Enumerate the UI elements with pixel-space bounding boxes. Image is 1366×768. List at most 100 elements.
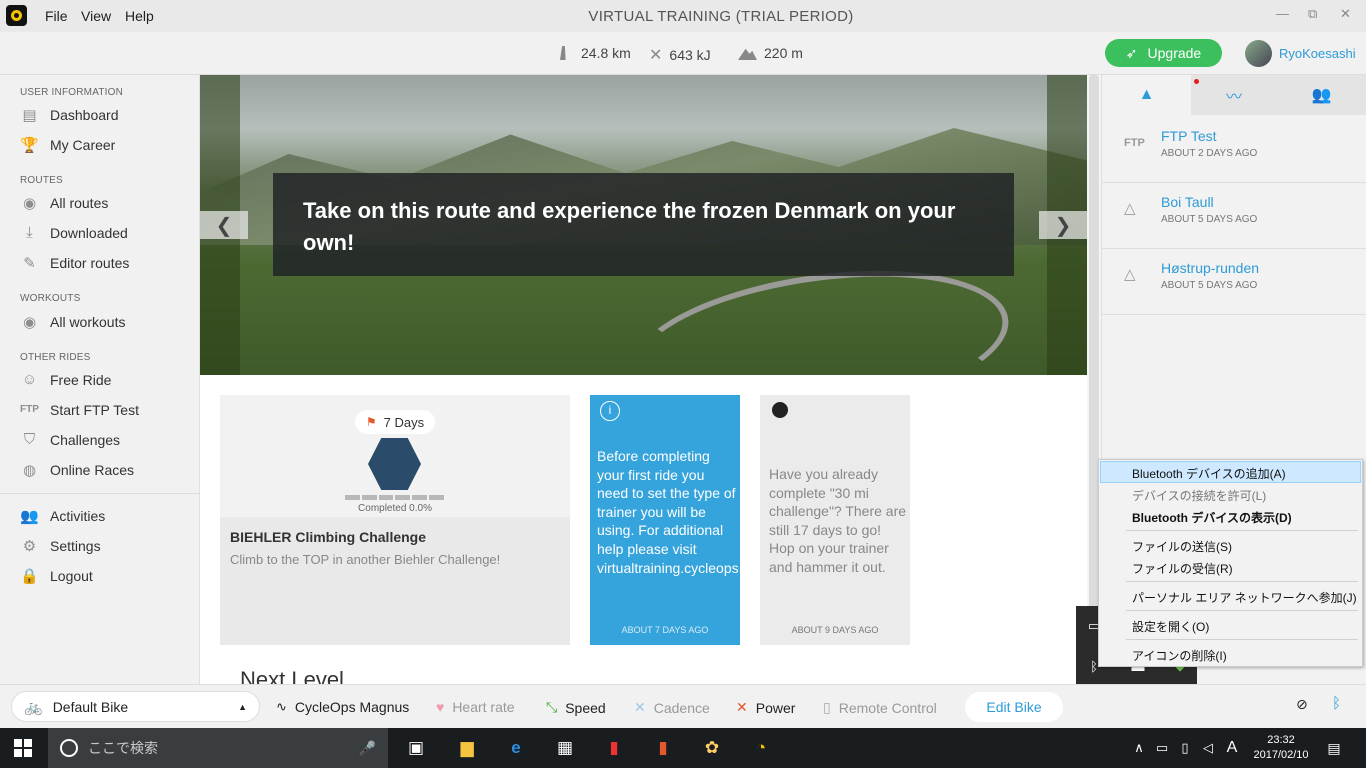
notification-center-icon[interactable]: ▤ bbox=[1322, 736, 1346, 760]
eye-icon: ◉ bbox=[22, 313, 37, 331]
sidebar-item-all-routes[interactable]: ◉ All routes bbox=[20, 194, 109, 212]
file-explorer-icon[interactable]: ▆ bbox=[455, 736, 479, 760]
sidebar-item-label: Free Ride bbox=[50, 371, 112, 388]
virtual-training-icon[interactable]: ◔ bbox=[749, 736, 773, 760]
menu-item-join-pan[interactable]: パーソナル エリア ネットワークへ参加(J) bbox=[1132, 589, 1357, 606]
start-button[interactable] bbox=[14, 739, 32, 757]
menu-item-open-settings[interactable]: 設定を開く(O) bbox=[1132, 618, 1209, 635]
sidebar-item-label: Start FTP Test bbox=[50, 401, 139, 418]
trainer-sensor[interactable]: ∿ CycleOps Magnus bbox=[276, 699, 409, 715]
recent-item-name: Boi Taull bbox=[1161, 194, 1214, 210]
cadence-sensor[interactable]: ✕ Cadence bbox=[634, 699, 710, 716]
speed-icon: ⤡ bbox=[546, 699, 558, 715]
sidebar-item-free-ride[interactable]: ☺ Free Ride bbox=[20, 371, 112, 388]
search-placeholder: ここで検索 bbox=[88, 740, 158, 756]
volume-icon[interactable]: ◁ bbox=[1196, 736, 1220, 760]
info-card[interactable]: i Before completing your first ride you … bbox=[590, 395, 773, 645]
battery-icon[interactable]: ▭ bbox=[1150, 736, 1174, 760]
heart-rate-sensor[interactable]: ♥ Heart rate bbox=[436, 699, 515, 715]
remote-control-sensor[interactable]: ▯ Remote Control bbox=[823, 699, 937, 716]
sidebar-item-career[interactable]: 🏆 My Career bbox=[20, 136, 115, 154]
menu-item-show-devices[interactable]: Bluetooth デバイスの表示(D) bbox=[1132, 509, 1292, 526]
heart-icon: ♥ bbox=[436, 699, 445, 715]
sidebar-item-challenges[interactable]: ⛉ Challenges bbox=[20, 431, 120, 448]
road-icon bbox=[560, 46, 566, 60]
menu-item-send-file[interactable]: ファイルの送信(S) bbox=[1132, 538, 1232, 555]
speed-sensor[interactable]: ⤡ Speed bbox=[546, 699, 606, 716]
menu-separator bbox=[1126, 639, 1358, 640]
recent-item[interactable]: FTP FTP Test ABOUT 2 DAYS AGO bbox=[1102, 117, 1366, 183]
tab-friends[interactable]: 👥 bbox=[1277, 75, 1366, 115]
no-video-icon[interactable]: ⊘ bbox=[1296, 696, 1316, 716]
chevron-up-icon[interactable]: ∧ bbox=[1127, 736, 1151, 760]
sidebar-item-dashboard[interactable]: ▤ Dashboard bbox=[20, 106, 118, 124]
sidebar-item-label: Editor routes bbox=[50, 254, 130, 271]
eye-icon: ◉ bbox=[22, 194, 37, 212]
menu-item-remove-icon[interactable]: アイコンの削除(I) bbox=[1132, 647, 1227, 664]
pdf-icon[interactable]: ▮ bbox=[651, 736, 675, 760]
rocket-icon: ➶ bbox=[1125, 44, 1138, 61]
ime-indicator[interactable]: A bbox=[1220, 736, 1244, 760]
bike-selector[interactable]: 🚲 Default Bike ▲ bbox=[11, 691, 260, 722]
carousel-prev-button[interactable]: ❮ bbox=[200, 211, 248, 239]
gear-icon: ⚙ bbox=[22, 537, 37, 555]
recent-item[interactable]: △ Høstrup-runden ABOUT 5 DAYS AGO bbox=[1102, 249, 1366, 315]
magic-wand-icon: ✎ bbox=[23, 254, 36, 272]
cadence-label: Cadence bbox=[653, 699, 710, 716]
power-sensor[interactable]: ✕ Power bbox=[736, 699, 795, 716]
carousel-next-button[interactable]: ❯ bbox=[1039, 211, 1087, 239]
sidebar-item-activities[interactable]: 👥 Activities bbox=[20, 507, 105, 525]
sidebar-item-label: Logout bbox=[50, 567, 93, 584]
sidebar-item-label: All routes bbox=[50, 194, 109, 211]
cortana-icon bbox=[60, 739, 78, 757]
section-workouts: WORKOUTS bbox=[20, 293, 81, 304]
minimize-button[interactable]: — bbox=[1276, 6, 1289, 21]
challenge-card[interactable]: ⚑ 7 Days Completed 0.0% BIEHLER Climbing… bbox=[220, 395, 570, 645]
edge-icon[interactable]: e bbox=[504, 736, 528, 760]
sidebar-item-label: Settings bbox=[50, 537, 101, 554]
challenge-title: BIEHLER Climbing Challenge bbox=[230, 529, 427, 545]
challenge-reminder-card[interactable]: Have you already complete "30 mi challen… bbox=[760, 395, 910, 645]
reader-icon[interactable]: ▮ bbox=[602, 736, 626, 760]
task-view-icon[interactable]: ▣ bbox=[404, 736, 428, 760]
sidebar-item-editor-routes[interactable]: ✎ Editor routes bbox=[20, 254, 130, 272]
sidebar-item-ftp-test[interactable]: FTP Start FTP Test bbox=[20, 401, 139, 418]
clock-date: 2017/02/10 bbox=[1253, 749, 1309, 761]
upgrade-label: Upgrade bbox=[1147, 45, 1202, 61]
taskbar-search[interactable]: ここで検索 🎤 bbox=[48, 728, 388, 768]
info-text: Before completing your first ride you ne… bbox=[597, 448, 773, 576]
tab-activity[interactable]: 〰 bbox=[1191, 75, 1277, 115]
menu-item-allow-connect[interactable]: デバイスの接続を許可(L) bbox=[1132, 487, 1266, 504]
remote-control-label: Remote Control bbox=[838, 699, 937, 716]
network-icon[interactable]: ▯ bbox=[1173, 736, 1197, 760]
sidebar-item-all-workouts[interactable]: ◉ All workouts bbox=[20, 313, 126, 331]
user-profile[interactable]: RyoKoesashi bbox=[1245, 40, 1356, 67]
users-icon: 👥 bbox=[20, 507, 39, 525]
recent-item[interactable]: △ Boi Taull ABOUT 5 DAYS AGO bbox=[1102, 183, 1366, 249]
sidebar-item-online-races[interactable]: ◍ Online Races bbox=[20, 461, 134, 479]
cadence-icon: ✕ bbox=[634, 699, 646, 715]
tab-routes[interactable]: ▲ bbox=[1102, 75, 1191, 115]
upgrade-button[interactable]: ➶ Upgrade bbox=[1105, 39, 1222, 67]
paint-icon[interactable]: ✿ bbox=[700, 736, 724, 760]
sidebar-item-logout[interactable]: 🔒 Logout bbox=[20, 567, 93, 585]
menu-item-receive-file[interactable]: ファイルの受信(R) bbox=[1132, 560, 1233, 577]
title-bar: File View Help VIRTUAL TRAINING (TRIAL P… bbox=[0, 0, 1366, 32]
maximize-button[interactable]: ⧉ bbox=[1308, 6, 1317, 22]
edit-bike-button[interactable]: Edit Bike bbox=[965, 692, 1063, 722]
sidebar-divider bbox=[0, 493, 199, 494]
bluetooth-icon[interactable]: ᛒ bbox=[1332, 695, 1352, 715]
sidebar-item-settings[interactable]: ⚙ Settings bbox=[20, 537, 101, 555]
section-user-info: USER INFORMATION bbox=[20, 87, 124, 98]
days-label: 7 Days bbox=[383, 414, 425, 430]
energy-value: 643 kJ bbox=[669, 47, 711, 63]
microphone-icon: 🎤 bbox=[358, 739, 376, 756]
heart-rate-label: Heart rate bbox=[452, 699, 515, 715]
sidebar-item-downloaded[interactable]: ⤓ Downloaded bbox=[20, 224, 128, 241]
taskbar-clock[interactable]: 23:32 2017/02/10 bbox=[1249, 733, 1313, 763]
menu-item-add-device[interactable]: Bluetooth デバイスの追加(A) bbox=[1132, 465, 1286, 482]
chevron-down-icon: ▲ bbox=[238, 701, 247, 712]
close-button[interactable]: ✕ bbox=[1340, 6, 1351, 22]
store-icon[interactable]: ▦ bbox=[553, 736, 577, 760]
flag-icon: ⚑ bbox=[365, 415, 377, 429]
